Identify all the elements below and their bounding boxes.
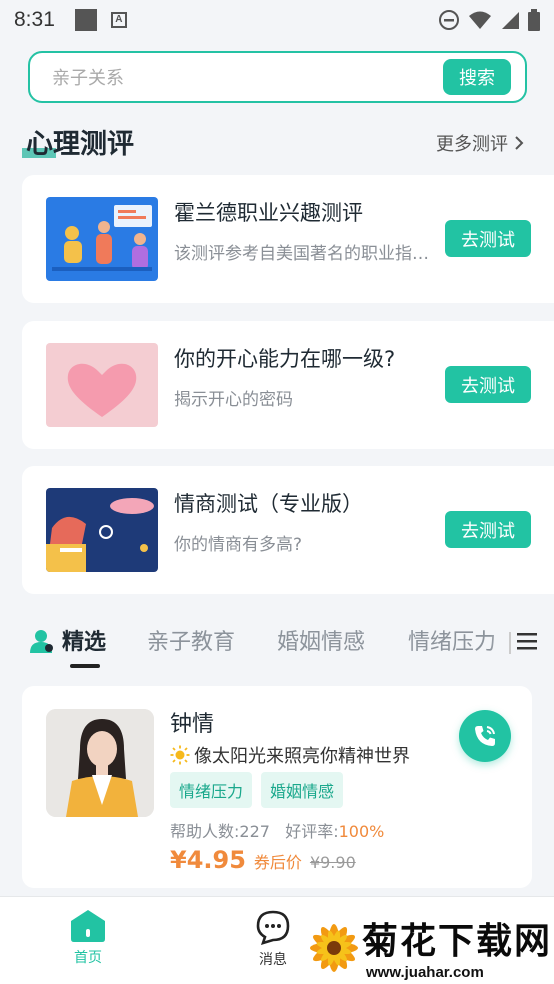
assessment-title: 情商测试（专业版） (174, 492, 363, 516)
call-button[interactable] (459, 710, 511, 762)
start-test-button[interactable]: 去测试 (445, 366, 531, 403)
nav-home[interactable]: 首页 (70, 909, 106, 967)
assessment-title: 霍兰德职业兴趣测评 (174, 201, 363, 225)
assessment-title: 你的开心能力在哪一级? (174, 347, 396, 371)
tab-marriage[interactable]: 婚姻情感 (277, 624, 365, 656)
helped-count: 帮助人数:227 (170, 822, 270, 841)
active-tab-indicator (70, 664, 100, 668)
app-notification-icon: A (110, 12, 127, 28)
assessment-description: 该测评参考自美国著名的职业指导专家霍兰德 (174, 244, 430, 264)
menu-icon[interactable] (517, 631, 537, 651)
status-time: 8:31 (14, 8, 55, 31)
tab-parenting[interactable]: 亲子教育 (147, 624, 235, 656)
message-icon (256, 910, 290, 945)
counselor-card[interactable]: 钟情 像太阳光来照亮你精神世界 情绪压力 婚姻情感 帮助人数:227 好评率:1… (22, 686, 532, 888)
specialty-tag: 婚姻情感 (261, 772, 344, 808)
heart-image (46, 343, 158, 427)
rating-label: 好评率: (285, 822, 339, 841)
section-title: 心理测评 (22, 122, 134, 161)
start-test-button[interactable]: 去测试 (445, 220, 531, 257)
discounted-price: ¥4.95 (170, 846, 246, 874)
counselor-stats: 帮助人数:227 好评率:100% (170, 818, 384, 842)
dnd-icon (439, 10, 459, 30)
watermark: 菊花下载网 www.juahar.com (300, 912, 554, 984)
counselor-motto: 像太阳光来照亮你精神世界 (170, 742, 410, 768)
status-icons (438, 9, 540, 31)
start-test-button[interactable]: 去测试 (445, 511, 531, 548)
assessment-description: 你的情商有多高? (174, 535, 303, 555)
assessment-description: 揭示开心的密码 (174, 390, 293, 410)
battery-icon (528, 9, 540, 31)
specialty-tag: 情绪压力 (170, 772, 253, 808)
tab-emotional-stress[interactable]: 情绪压力 (408, 624, 496, 656)
more-assessments-link[interactable]: 更多测评 (436, 130, 524, 156)
category-tabs: 精选 亲子教育 婚姻情感 情绪压力 (0, 612, 554, 670)
search-button[interactable]: 搜索 (443, 59, 511, 95)
search-bar[interactable]: 亲子关系 搜索 (28, 51, 527, 103)
assessment-card[interactable]: 情商测试（专业版） 你的情商有多高? 去测试 (22, 466, 554, 594)
nav-messages[interactable]: 消息 (255, 909, 291, 969)
assessment-card[interactable]: 你的开心能力在哪一级? 揭示开心的密码 去测试 (22, 321, 554, 449)
sun-icon (170, 745, 190, 765)
signal-icon (502, 12, 519, 29)
career-test-image (46, 197, 158, 281)
price-note: 券后价 (253, 853, 302, 872)
assessment-card[interactable]: 霍兰德职业兴趣测评 该测评参考自美国著名的职业指导专家霍兰德 去测试 (22, 175, 554, 303)
flower-logo-icon (310, 924, 358, 972)
status-bar: 8:31 A (0, 0, 554, 40)
avatar (46, 709, 154, 817)
counselor-name: 钟情 (170, 712, 215, 737)
notification-icon (74, 9, 97, 31)
tab-featured[interactable]: 精选 (62, 624, 106, 656)
home-icon (71, 910, 105, 942)
phone-icon (475, 726, 495, 746)
original-price: ¥9.90 (309, 853, 356, 872)
wifi-icon (469, 11, 491, 29)
price-row: ¥4.95 券后价 ¥9.90 (170, 846, 356, 874)
eq-test-image (46, 488, 158, 572)
search-input[interactable]: 亲子关系 (52, 64, 443, 90)
user-icon (30, 630, 53, 653)
rating-value: 100% (338, 822, 385, 841)
chevron-right-icon (515, 136, 524, 150)
